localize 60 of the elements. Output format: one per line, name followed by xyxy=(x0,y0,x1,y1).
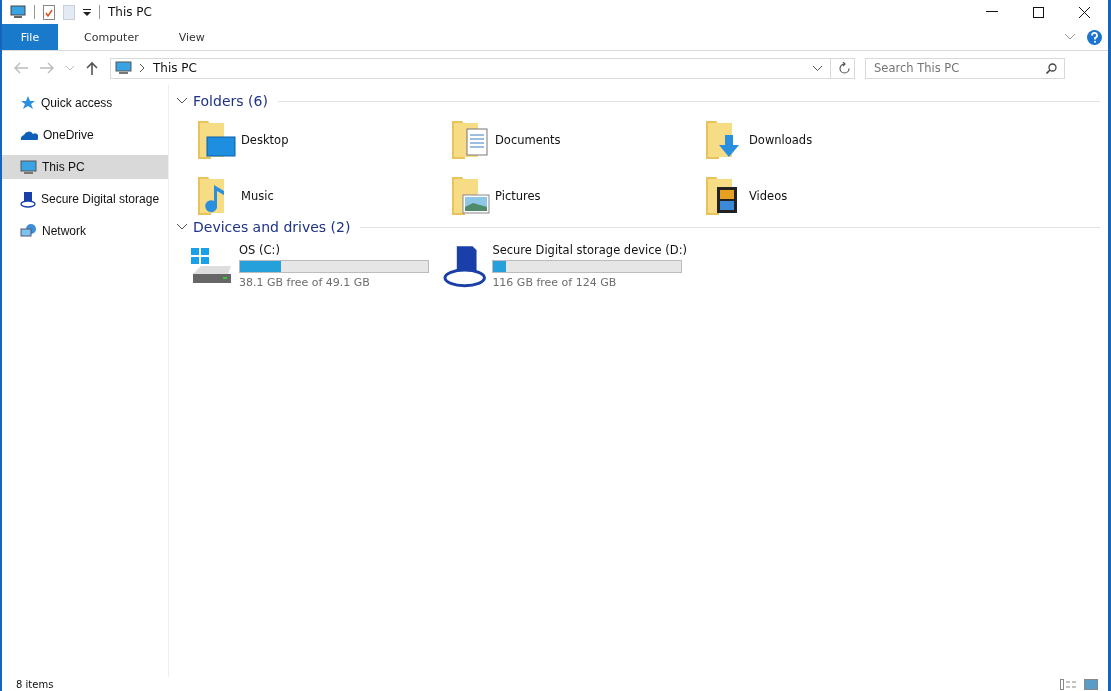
folder-item[interactable]: Music xyxy=(195,175,449,217)
item-count: 8 items xyxy=(16,678,54,690)
drive-name: Secure Digital storage device (D:) xyxy=(492,243,687,257)
sd-card-icon xyxy=(443,244,489,288)
window-title: This PC xyxy=(108,5,152,19)
folder-item[interactable]: Videos xyxy=(703,175,957,217)
ribbon-tab[interactable]: File xyxy=(2,24,58,50)
maximize-icon[interactable] xyxy=(1033,6,1044,18)
folder-item[interactable]: Downloads xyxy=(703,119,957,161)
expand-ribbon-icon[interactable] xyxy=(1065,34,1075,40)
folder-name: Documents xyxy=(495,133,561,147)
computer-icon xyxy=(10,5,26,19)
folder-icon xyxy=(195,119,237,161)
collapse-caret-icon[interactable] xyxy=(177,224,187,230)
address-path: This PC xyxy=(153,61,197,75)
collapse-caret-icon[interactable] xyxy=(177,98,187,104)
group-heading: Folders (6) xyxy=(193,93,268,109)
group-heading: Devices and drives (2) xyxy=(193,219,351,235)
refresh-icon[interactable] xyxy=(839,62,850,74)
address-bar[interactable]: This PC xyxy=(110,57,855,79)
folder-icon xyxy=(449,175,491,217)
folder-name: Videos xyxy=(749,189,788,203)
free-space-text: 38.1 GB free of 49.1 GB xyxy=(239,276,371,289)
properties-icon[interactable] xyxy=(43,4,55,20)
drive-item[interactable]: OS (C:) 38.1 GB free of 49.1 GB xyxy=(189,243,433,289)
search-field[interactable]: Search This PC xyxy=(865,57,1065,79)
sidebar-item[interactable]: Network xyxy=(2,219,168,243)
up-arrow-icon[interactable] xyxy=(86,61,98,75)
folder-name: Downloads xyxy=(749,133,813,147)
folder-item[interactable]: Desktop xyxy=(195,119,449,161)
cloud-icon xyxy=(20,129,38,141)
computer-icon xyxy=(115,61,132,75)
sidebar-item[interactable]: Secure Digital storage xyxy=(2,187,168,211)
sidebar-item[interactable]: This PC xyxy=(2,155,168,179)
close-icon[interactable] xyxy=(1079,6,1090,18)
folder-icon xyxy=(449,119,491,161)
minimize-icon[interactable] xyxy=(986,11,998,13)
folder-name: Pictures xyxy=(495,189,541,203)
folder-name: Desktop xyxy=(241,133,289,147)
search-icon xyxy=(1046,62,1057,74)
help-icon[interactable] xyxy=(1087,29,1102,45)
sidebar-item[interactable]: Quick access xyxy=(2,91,168,115)
caret-icon[interactable] xyxy=(813,65,822,71)
star-icon xyxy=(20,95,36,111)
drive-item[interactable]: Secure Digital storage device (D:) 116 GB free of 124 GB xyxy=(443,243,687,289)
ribbon-tab[interactable]: View xyxy=(164,24,219,50)
sd-card-icon xyxy=(20,190,36,208)
details-view-icon[interactable] xyxy=(1060,678,1076,690)
dropdown-icon[interactable] xyxy=(83,8,91,16)
free-space-text: 116 GB free of 124 GB xyxy=(492,276,618,289)
folder-name: Music xyxy=(241,189,274,203)
sidebar-item[interactable]: OneDrive xyxy=(2,123,168,147)
ribbon-tab[interactable]: Computer xyxy=(70,24,153,50)
folder-item[interactable]: Pictures xyxy=(449,175,703,217)
large-icons-view-icon[interactable] xyxy=(1084,678,1098,690)
folder-item[interactable]: Documents xyxy=(449,119,703,161)
network-icon xyxy=(20,223,37,239)
drive-name: OS (C:) xyxy=(239,243,281,257)
chevron-icon xyxy=(140,64,145,72)
computer-icon xyxy=(20,159,37,175)
